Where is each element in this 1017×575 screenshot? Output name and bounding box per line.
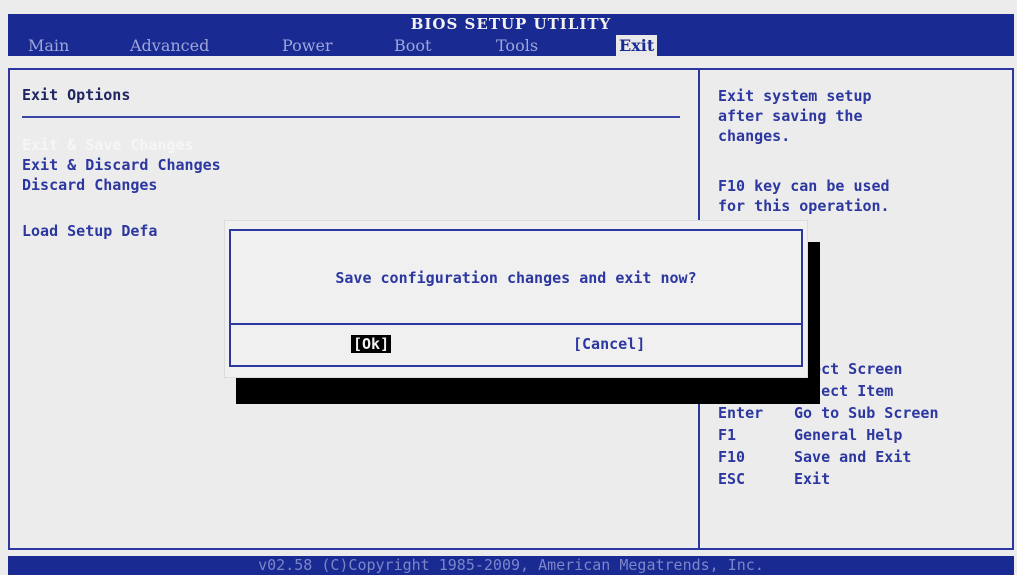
key-action: General Help xyxy=(794,426,903,444)
help-note: F10 key can be used for this operation. xyxy=(718,177,890,215)
tab-exit[interactable]: Exit xyxy=(616,35,658,56)
key-row-enter: Enter Go to Sub Screen xyxy=(718,402,939,424)
title-bar: BIOS SETUP UTILITY Main Advanced Power B… xyxy=(8,14,1014,56)
bios-title: BIOS SETUP UTILITY xyxy=(410,15,612,33)
option-load-setup-defaults[interactable]: Load Setup Defa xyxy=(22,222,157,240)
key-action: Save and Exit xyxy=(794,448,912,466)
confirm-dialog: Save configuration changes and exit now?… xyxy=(224,220,808,378)
cancel-button[interactable]: [Cancel] xyxy=(571,335,647,353)
key-action: Exit xyxy=(794,470,831,488)
copyright-footer: v02.58 (C)Copyright 1985-2009, American … xyxy=(8,556,1014,575)
dialog-frame: Save configuration changes and exit now?… xyxy=(229,229,803,367)
dialog-divider xyxy=(231,323,801,325)
help-description: Exit system setup after saving the chang… xyxy=(718,87,872,145)
key-row-esc: ESC Exit xyxy=(718,468,939,490)
key-label: F10 xyxy=(718,448,746,466)
key-action: Go to Sub Screen xyxy=(794,404,939,422)
option-discard-changes[interactable]: Discard Changes xyxy=(22,176,157,194)
key-label: Enter xyxy=(718,404,764,422)
option-exit-discard-changes[interactable]: Exit & Discard Changes xyxy=(22,156,221,174)
key-label: F1 xyxy=(718,426,737,444)
tab-main[interactable]: Main xyxy=(28,35,69,56)
key-row-f1: F1 General Help xyxy=(718,424,939,446)
menu-bar: Main Advanced Power Boot Tools Exit xyxy=(8,35,1014,56)
tab-power[interactable]: Power xyxy=(282,35,333,56)
dialog-message: Save configuration changes and exit now? xyxy=(335,269,697,287)
tab-advanced[interactable]: Advanced xyxy=(130,35,209,56)
option-exit-save-changes[interactable]: Exit & Save Changes xyxy=(22,136,194,154)
ok-button[interactable]: [Ok] xyxy=(351,335,392,353)
section-divider xyxy=(22,116,680,118)
tab-tools[interactable]: Tools xyxy=(496,35,538,56)
key-row-f10: F10 Save and Exit xyxy=(718,446,939,468)
tab-boot[interactable]: Boot xyxy=(394,35,431,56)
key-label: ESC xyxy=(718,470,746,488)
section-title: Exit Options xyxy=(22,86,131,104)
